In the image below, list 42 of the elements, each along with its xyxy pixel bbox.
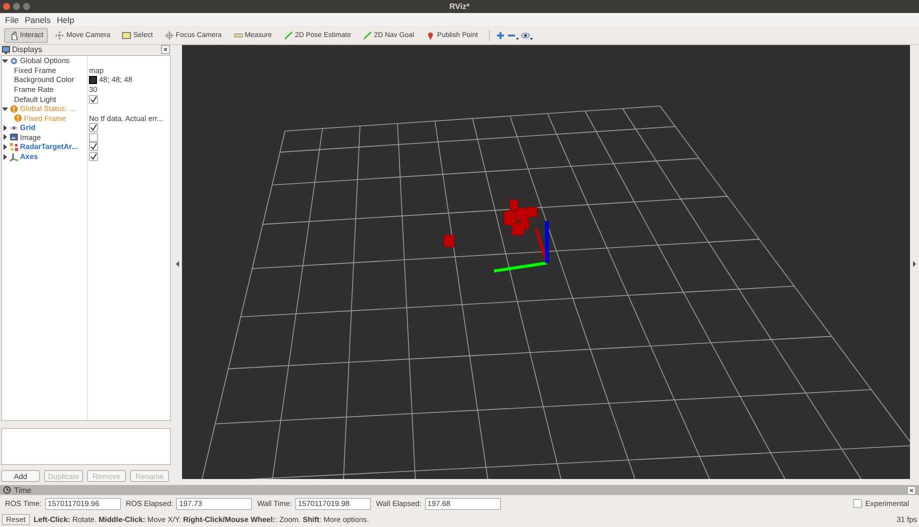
collapsed-arrow-icon[interactable]	[2, 144, 8, 150]
panel-title: Displays	[12, 45, 44, 54]
panel-title: Time	[14, 486, 32, 494]
collapsed-arrow-icon[interactable]	[2, 134, 8, 140]
expanded-arrow-icon[interactable]	[2, 58, 8, 64]
checkbox[interactable]	[89, 94, 98, 104]
eye-icon[interactable]	[520, 30, 533, 40]
checkbox[interactable]	[89, 142, 98, 152]
checkbox[interactable]	[89, 123, 98, 132]
check-icon	[90, 96, 97, 102]
eye-icon	[10, 124, 18, 132]
markers-icon	[10, 142, 18, 151]
axes-drawing	[494, 221, 549, 272]
plus-icon[interactable]	[496, 30, 505, 40]
menu-item[interactable]: File	[5, 14, 19, 24]
menu-item[interactable]: Panels	[24, 14, 51, 24]
color-swatch[interactable]	[89, 76, 97, 84]
checkbox[interactable]	[89, 132, 98, 142]
check-icon	[90, 124, 97, 132]
minimize-window-button[interactable]	[13, 3, 20, 10]
crosshair-icon	[164, 30, 174, 40]
collapse-left-icon[interactable]	[176, 260, 178, 266]
collapsed-arrow-icon[interactable]	[2, 154, 8, 160]
pin-icon	[426, 30, 436, 40]
checkbox[interactable]	[89, 152, 98, 162]
checkbox[interactable]	[853, 499, 862, 508]
menu-item[interactable]: Help	[56, 14, 74, 24]
close-window-button[interactable]	[3, 3, 10, 10]
select-icon	[122, 30, 132, 40]
window-title: RViz*	[449, 2, 470, 11]
clock-icon	[3, 486, 11, 494]
expanded-arrow-icon[interactable]	[2, 106, 8, 112]
maximize-window-button[interactable]	[23, 3, 30, 10]
picture-icon	[10, 133, 18, 142]
collapse-right-icon[interactable]	[913, 260, 916, 266]
monitor-icon	[2, 46, 10, 54]
axes-icon	[10, 152, 18, 161]
close-icon[interactable]	[161, 45, 170, 54]
hand-icon	[9, 30, 18, 40]
move-icon	[55, 30, 64, 40]
collapsed-arrow-icon[interactable]	[2, 124, 8, 131]
close-icon[interactable]	[907, 486, 916, 494]
